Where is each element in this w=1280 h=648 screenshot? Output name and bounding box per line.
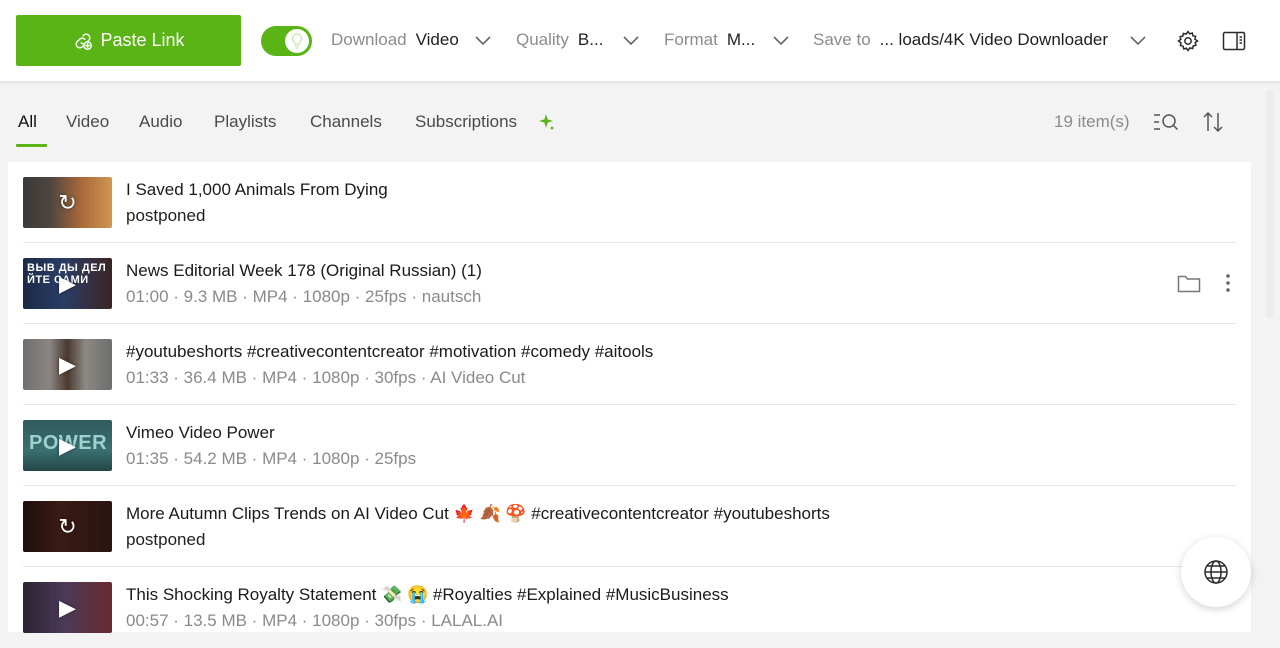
row-actions xyxy=(1177,273,1231,293)
tab-all[interactable]: All xyxy=(18,112,37,132)
panel-toggle-button[interactable] xyxy=(1221,28,1247,54)
toolbar: Paste Link Download Video Quality B... F… xyxy=(0,0,1280,82)
quality-value: B... xyxy=(577,30,604,49)
item-title: #youtubeshorts #creativecontentcreator #… xyxy=(126,342,654,361)
tab-subscriptions[interactable]: Subscriptions xyxy=(415,112,517,132)
quality-select[interactable]: Quality B... xyxy=(516,30,603,50)
sidebar-panel-icon xyxy=(1222,31,1246,51)
play-icon[interactable]: ▶ xyxy=(59,596,76,619)
list-item[interactable]: ↻ More Autumn Clips Trends on AI Video C… xyxy=(8,486,1251,567)
sort-icon xyxy=(1203,111,1223,133)
language-button[interactable] xyxy=(1181,537,1251,607)
video-thumbnail: ▶ xyxy=(23,582,112,633)
list-item[interactable]: ВЫВ ДЫ ДЕЛ ЙТЕ САМИ ▶ News Editorial Wee… xyxy=(8,243,1251,324)
gear-icon xyxy=(1177,30,1199,52)
folder-icon[interactable] xyxy=(1177,273,1201,293)
more-options-icon[interactable] xyxy=(1225,273,1231,293)
quality-label: Quality xyxy=(516,30,569,49)
link-plus-icon xyxy=(76,33,93,50)
list-item[interactable]: ▶ This Shocking Royalty Statement 💸 😭 #R… xyxy=(8,567,1251,648)
list-item[interactable]: ▶ #youtubeshorts #creativecontentcreator… xyxy=(8,324,1251,405)
item-meta: postponed xyxy=(126,206,206,225)
settings-button[interactable] xyxy=(1175,28,1201,54)
item-meta: postponed xyxy=(126,530,206,549)
refresh-icon[interactable]: ↻ xyxy=(58,515,76,538)
save-to-value: ... loads/4K Video Downloader xyxy=(879,30,1109,49)
item-meta: 01:35 · 54.2 MB · MP4 · 1080p · 25fps xyxy=(126,449,417,468)
smart-mode-toggle[interactable] xyxy=(261,26,312,56)
play-icon[interactable]: ▶ xyxy=(59,272,76,295)
active-tab-indicator xyxy=(16,144,47,147)
toggle-knob xyxy=(285,29,309,53)
video-thumbnail: ▶ xyxy=(23,339,112,390)
chevron-down-icon[interactable] xyxy=(1129,33,1147,47)
video-thumbnail: ↻ xyxy=(23,177,112,228)
play-icon[interactable]: ▶ xyxy=(59,434,76,457)
download-type-label: Download xyxy=(331,30,407,49)
lightbulb-icon xyxy=(291,33,303,49)
item-title: I Saved 1,000 Animals From Dying xyxy=(126,180,388,199)
paste-link-button[interactable]: Paste Link xyxy=(16,15,241,66)
item-title: News Editorial Week 178 (Original Russia… xyxy=(126,261,482,280)
item-title: Vimeo Video Power xyxy=(126,423,275,442)
download-list: ↻ I Saved 1,000 Animals From Dying postp… xyxy=(8,162,1251,633)
tab-audio[interactable]: Audio xyxy=(139,112,182,132)
download-type-value: Video xyxy=(415,30,459,49)
scrollbar[interactable] xyxy=(1266,90,1274,318)
tab-video[interactable]: Video xyxy=(66,112,109,132)
video-thumbnail: ВЫВ ДЫ ДЕЛ ЙТЕ САМИ ▶ xyxy=(23,258,112,309)
refresh-icon[interactable]: ↻ xyxy=(58,191,76,214)
chevron-down-icon[interactable] xyxy=(474,33,492,47)
list-item[interactable]: POWER ▶ Vimeo Video Power 01:35 · 54.2 M… xyxy=(8,405,1251,486)
list-item[interactable]: ↻ I Saved 1,000 Animals From Dying postp… xyxy=(8,162,1251,243)
video-thumbnail: ↻ xyxy=(23,501,112,552)
item-count: 19 item(s) xyxy=(1054,112,1130,131)
item-meta: 01:33 · 36.4 MB · MP4 · 1080p · 30fps · … xyxy=(126,368,526,387)
globe-icon xyxy=(1204,560,1228,584)
save-to-label: Save to xyxy=(813,30,871,49)
sort-button[interactable] xyxy=(1199,110,1227,134)
list-search-icon xyxy=(1154,114,1179,131)
tab-playlists[interactable]: Playlists xyxy=(214,112,276,132)
item-title: This Shocking Royalty Statement 💸 😭 #Roy… xyxy=(126,585,729,604)
search-list-button[interactable] xyxy=(1152,110,1180,134)
chevron-down-icon[interactable] xyxy=(622,33,640,47)
video-thumbnail: POWER ▶ xyxy=(23,420,112,471)
format-label: Format xyxy=(664,30,718,49)
format-value: M... xyxy=(726,30,756,49)
download-type-select[interactable]: Download Video xyxy=(331,30,459,50)
chevron-down-icon[interactable] xyxy=(772,33,790,47)
item-meta: 01:00 · 9.3 MB · MP4 · 1080p · 25fps · n… xyxy=(126,287,482,306)
play-icon[interactable]: ▶ xyxy=(59,353,76,376)
tab-channels[interactable]: Channels xyxy=(310,112,382,132)
save-to-select[interactable]: Save to ... loads/4K Video Downloader xyxy=(813,30,1108,50)
format-select[interactable]: Format M... xyxy=(664,30,755,50)
paste-link-label: Paste Link xyxy=(100,30,185,50)
item-meta: 00:57 · 13.5 MB · MP4 · 1080p · 30fps · … xyxy=(126,611,504,630)
item-title: More Autumn Clips Trends on AI Video Cut… xyxy=(126,504,830,523)
sparkle-icon xyxy=(539,114,554,130)
